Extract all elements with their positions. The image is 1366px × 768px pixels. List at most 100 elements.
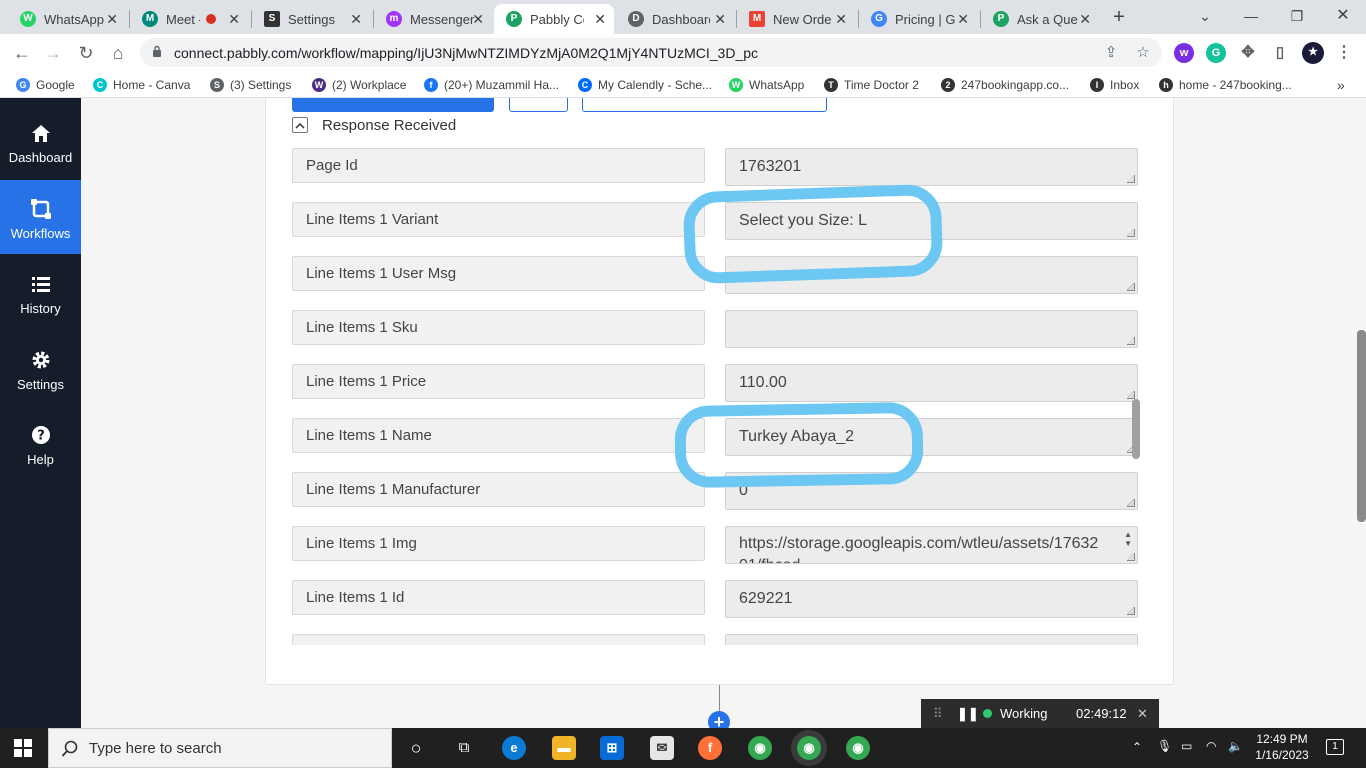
cortana-icon[interactable]: ○ bbox=[404, 736, 428, 760]
sidebar-item-workflows[interactable]: Workflows bbox=[0, 180, 81, 254]
sidebar-item-dashboard[interactable]: Dashboard bbox=[0, 104, 81, 178]
close-icon[interactable]: ✕ bbox=[472, 11, 484, 28]
grammarly-icon[interactable]: G bbox=[1206, 43, 1226, 63]
bookmark-star-icon[interactable]: ☆ bbox=[1134, 44, 1152, 62]
bookmark-settings[interactable]: S (3) Settings bbox=[210, 75, 291, 95]
tab-ask-a-question[interactable]: P Ask a Que ✕ bbox=[981, 4, 1099, 34]
bookmark-canva[interactable]: C Home - Canva bbox=[93, 75, 190, 95]
resize-handle-icon[interactable] bbox=[1127, 607, 1135, 615]
response-received-toggle[interactable]: Response Received bbox=[292, 115, 456, 135]
reload-button[interactable]: ↻ bbox=[73, 40, 99, 66]
profile-avatar[interactable]: ★ bbox=[1302, 42, 1324, 64]
mail-icon[interactable]: ✉ bbox=[650, 736, 674, 760]
close-icon[interactable]: ✕ bbox=[835, 11, 847, 28]
close-icon[interactable]: ✕ bbox=[957, 11, 969, 28]
bookmark-facebook[interactable]: f (20+) Muzammil Ha... bbox=[424, 75, 559, 95]
extension-w-icon[interactable]: w bbox=[1174, 43, 1194, 63]
back-button[interactable]: ← bbox=[9, 40, 35, 66]
resize-handle-icon[interactable] bbox=[1127, 499, 1135, 507]
bookmark-whatsapp[interactable]: W WhatsApp bbox=[729, 75, 804, 95]
secondary-action-button[interactable] bbox=[509, 98, 568, 112]
store-icon[interactable]: ⊞ bbox=[600, 736, 624, 760]
field-value[interactable] bbox=[725, 310, 1138, 348]
wifi-icon[interactable]: ◠ bbox=[1206, 739, 1216, 753]
task-view-icon[interactable]: ⧉ bbox=[452, 736, 476, 760]
bookmark-google[interactable]: G Google bbox=[16, 75, 75, 95]
extensions-puzzle-icon[interactable]: ✥ bbox=[1238, 43, 1258, 63]
primary-action-button[interactable] bbox=[292, 98, 494, 112]
sidebar-item-history[interactable]: History bbox=[0, 255, 81, 329]
new-tab-button[interactable]: + bbox=[1106, 6, 1132, 28]
resize-handle-icon[interactable] bbox=[1127, 337, 1135, 345]
address-bar[interactable]: connect.pabbly.com/workflow/mapping/IjU3… bbox=[140, 38, 1162, 67]
restore-button[interactable]: ❐ bbox=[1274, 4, 1320, 28]
field-value[interactable]: 110.00 bbox=[725, 364, 1138, 402]
bookmark-inbox[interactable]: I Inbox bbox=[1090, 75, 1139, 95]
tab-messenger[interactable]: m Messenger ✕ bbox=[374, 4, 492, 34]
bookmark-247bookingapp[interactable]: 2 247bookingapp.co... bbox=[941, 75, 1069, 95]
edge-icon[interactable]: e bbox=[502, 736, 526, 760]
file-explorer-icon[interactable]: ▬ bbox=[552, 736, 576, 760]
resize-handle-icon[interactable] bbox=[1127, 553, 1135, 561]
browser-menu-icon[interactable]: ⋮ bbox=[1334, 43, 1354, 63]
minimize-button[interactable]: — bbox=[1228, 4, 1274, 28]
tray-overflow-icon[interactable]: ⌃ bbox=[1132, 740, 1142, 754]
side-panel-icon[interactable]: ▯ bbox=[1270, 43, 1290, 63]
bookmark-calendly[interactable]: C My Calendly - Sche... bbox=[578, 75, 712, 95]
field-value[interactable]: 629221 bbox=[725, 580, 1138, 618]
tab-dashboard[interactable]: D Dashboard ✕ bbox=[616, 4, 734, 34]
resize-handle-icon[interactable] bbox=[1127, 175, 1135, 183]
spinner-arrows-icon[interactable]: ▲ ▼ bbox=[1124, 530, 1132, 548]
field-value[interactable]: 1763201 bbox=[725, 148, 1138, 186]
fields-scrollbar-thumb[interactable] bbox=[1132, 399, 1140, 459]
forward-button[interactable]: → bbox=[40, 40, 66, 66]
tab-whatsapp[interactable]: W WhatsApp ✕ bbox=[8, 4, 126, 34]
chrome-icon[interactable]: ◉ bbox=[748, 736, 772, 760]
time-tracker-widget: ⠿ ❚❚ Working 02:49:12 ✕ bbox=[921, 699, 1159, 728]
chrome-active-icon[interactable]: ◉ bbox=[797, 736, 821, 760]
add-step-button[interactable]: + bbox=[708, 711, 730, 728]
tab-pricing[interactable]: G Pricing | G ✕ bbox=[859, 4, 977, 34]
tertiary-action-button[interactable] bbox=[582, 98, 827, 112]
window-close-button[interactable]: ✕ bbox=[1320, 4, 1366, 28]
field-value[interactable] bbox=[725, 634, 1138, 645]
resize-handle-icon[interactable] bbox=[1127, 391, 1135, 399]
tab-settings[interactable]: S Settings ✕ bbox=[252, 4, 370, 34]
close-icon[interactable]: ✕ bbox=[350, 11, 362, 28]
bookmarks-overflow-button[interactable]: » bbox=[1337, 75, 1345, 95]
page-scrollbar-thumb[interactable] bbox=[1357, 330, 1366, 522]
tab-meet[interactable]: M Meet - ✕ bbox=[130, 4, 248, 34]
sidebar-item-settings[interactable]: Settings bbox=[0, 331, 81, 405]
close-icon[interactable]: ✕ bbox=[714, 11, 726, 28]
close-icon[interactable]: ✕ bbox=[1137, 706, 1148, 722]
notification-center-icon[interactable]: 1 bbox=[1326, 739, 1344, 755]
tab-new-order[interactable]: M New Orde ✕ bbox=[737, 4, 855, 34]
close-icon[interactable]: ✕ bbox=[228, 11, 240, 28]
firefox-icon[interactable]: f bbox=[698, 736, 722, 760]
chrome-profile-icon[interactable]: ◉ bbox=[846, 736, 870, 760]
field-key bbox=[292, 634, 705, 645]
share-icon[interactable]: ⇪ bbox=[1102, 44, 1120, 62]
taskbar-search-box[interactable]: Type here to search bbox=[48, 728, 392, 768]
close-icon[interactable]: ✕ bbox=[106, 11, 118, 28]
field-value[interactable]: https://storage.googleapis.com/wtleu/ass… bbox=[725, 526, 1138, 564]
microphone-icon[interactable]: 🎙 bbox=[1157, 739, 1172, 753]
resize-handle-icon[interactable] bbox=[1127, 229, 1135, 237]
sidebar-item-help[interactable]: ? Help bbox=[0, 406, 81, 480]
home-button[interactable]: ⌂ bbox=[105, 40, 131, 66]
bookmark-workplace[interactable]: W (2) Workplace bbox=[312, 75, 406, 95]
tab-pabbly-connect[interactable]: P Pabbly Co ✕ bbox=[494, 4, 614, 34]
bookmark-home-247booking[interactable]: h home - 247booking... bbox=[1159, 75, 1292, 95]
clock[interactable]: 12:49 PM 1/16/2023 bbox=[1250, 732, 1314, 762]
battery-icon[interactable]: ▭ bbox=[1181, 739, 1192, 753]
windows-start-icon[interactable] bbox=[14, 739, 32, 757]
drag-handle-icon[interactable]: ⠿ bbox=[933, 706, 943, 722]
pause-icon[interactable]: ❚❚ bbox=[957, 706, 979, 722]
close-icon[interactable]: ✕ bbox=[1079, 11, 1091, 28]
tab-search-button[interactable]: ⌄ bbox=[1182, 4, 1228, 28]
close-icon[interactable]: ✕ bbox=[594, 11, 606, 28]
bookmark-time-doctor[interactable]: T Time Doctor 2 bbox=[824, 75, 919, 95]
volume-icon[interactable]: 🔈 bbox=[1228, 739, 1243, 753]
resize-handle-icon[interactable] bbox=[1127, 283, 1135, 291]
tab-label: Ask a Que bbox=[1017, 11, 1078, 27]
